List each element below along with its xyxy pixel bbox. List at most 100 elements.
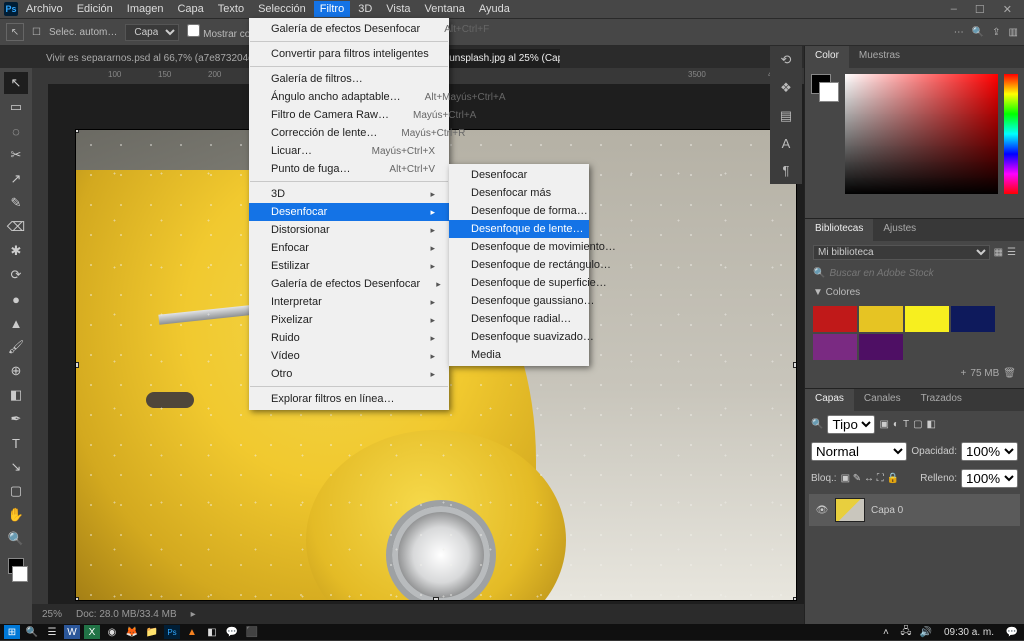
search-placeholder[interactable]: Buscar en Adobe Stock <box>829 268 933 279</box>
zoom-level[interactable]: 25% <box>42 609 62 620</box>
menu-capa[interactable]: Capa <box>171 1 209 17</box>
mi-ruido[interactable]: Ruido <box>249 329 449 347</box>
start-button[interactable]: ⊞ <box>4 625 20 639</box>
background-color[interactable] <box>819 82 839 102</box>
swatch-2[interactable] <box>859 306 903 332</box>
swatch-3[interactable] <box>905 306 949 332</box>
mi-enfocar[interactable]: Enfocar <box>249 239 449 257</box>
fill[interactable]: 100% <box>961 469 1018 488</box>
adjustments-icon[interactable]: ▤ <box>780 108 792 124</box>
lock-icons[interactable]: ▣ ✎ ↔ ⛶ 🔒 <box>841 473 899 484</box>
mi-browse-online[interactable]: Explorar filtros en línea… <box>249 390 449 408</box>
tool-history[interactable]: ⟳ <box>4 264 28 286</box>
transform-handle[interactable] <box>433 597 439 600</box>
lib-add-icon[interactable]: + <box>961 368 967 379</box>
mi-vanishing[interactable]: Punto de fuga…Alt+Ctrl+V <box>249 160 449 178</box>
properties-icon[interactable]: ❖ <box>780 80 792 96</box>
tab-swatches[interactable]: Muestras <box>849 46 910 68</box>
tb-skype-icon[interactable]: 💬 <box>224 625 240 639</box>
tray-up-icon[interactable]: ˄ <box>878 625 894 639</box>
opt-search-icon[interactable]: 🔍 <box>972 27 984 38</box>
swatch-5[interactable] <box>813 334 857 360</box>
layer-thumb[interactable] <box>835 498 865 522</box>
tool-hand[interactable]: ▢ <box>4 480 28 502</box>
window-minimize[interactable]: – <box>943 1 965 17</box>
tb-word-icon[interactable]: W <box>64 625 80 639</box>
color-field[interactable] <box>845 74 998 194</box>
menu-ayuda[interactable]: Ayuda <box>473 1 516 17</box>
tool-path[interactable]: T <box>4 432 28 454</box>
tool-brush[interactable]: ⌫ <box>4 216 28 238</box>
tool-eraser[interactable]: ● <box>4 288 28 310</box>
menu-imagen[interactable]: Imagen <box>121 1 170 17</box>
tool-gradient[interactable]: ▲ <box>4 312 28 334</box>
mi-last-filter[interactable]: Galería de efectos DesenfocarAlt+Ctrl+F <box>249 20 449 38</box>
smi-lente[interactable]: Desenfoque de lente… <box>449 220 589 238</box>
filter-adj-icon[interactable]: ◐ <box>893 419 899 430</box>
transform-handle[interactable] <box>76 130 79 133</box>
layer-kind[interactable]: Tipo <box>827 415 875 434</box>
smi-radial[interactable]: Desenfoque radial… <box>449 310 589 328</box>
mi-estilizar[interactable]: Estilizar <box>249 257 449 275</box>
swatch-4[interactable] <box>951 306 995 332</box>
tb-chrome-icon[interactable]: ◉ <box>104 625 120 639</box>
tool-blur[interactable]: 🖌 <box>4 336 28 358</box>
smi-superficie[interactable]: Desenfoque de superficie… <box>449 274 589 292</box>
hue-slider[interactable] <box>1004 74 1018 194</box>
tool-dodge[interactable]: ⊕ <box>4 360 28 382</box>
library-select[interactable]: Mi biblioteca <box>813 245 990 260</box>
bg-swatch[interactable] <box>12 566 28 582</box>
layer-visibility-icon[interactable]: 👁 <box>815 505 829 516</box>
tool-zoom[interactable]: ✋ <box>4 504 28 526</box>
tab-capas[interactable]: Capas <box>805 389 854 411</box>
smi-forma[interactable]: Desenfoque de forma… <box>449 202 589 220</box>
mi-smart[interactable]: Convertir para filtros inteligentes <box>249 45 449 63</box>
mi-otro[interactable]: Otro <box>249 365 449 383</box>
tab-ajustes[interactable]: Ajustes <box>873 219 926 241</box>
tab-color[interactable]: Color <box>805 46 849 68</box>
tb-vlc-icon[interactable]: ▲ <box>184 625 200 639</box>
history-icon[interactable]: ⟲ <box>781 52 792 68</box>
tb-explorer-icon[interactable]: 📁 <box>144 625 160 639</box>
filter-img-icon[interactable]: ▣ <box>879 419 888 430</box>
tb-excel-icon[interactable]: X <box>84 625 100 639</box>
tool-crop[interactable]: ✂ <box>4 144 28 166</box>
smi-movimiento[interactable]: Desenfoque de movimiento… <box>449 238 589 256</box>
tray-notifications-icon[interactable]: 💬 <box>1004 625 1020 639</box>
menu-seleccion[interactable]: Selección <box>252 1 312 17</box>
mi-3d[interactable]: 3D <box>249 185 449 203</box>
tool-marquee[interactable]: ▭ <box>4 96 28 118</box>
window-maximize[interactable]: ☐ <box>967 1 993 18</box>
transform-handle[interactable] <box>76 597 79 600</box>
smi-suavizado[interactable]: Desenfoque suavizado… <box>449 328 589 346</box>
tool-lasso[interactable]: ◌ <box>4 120 28 142</box>
tb-app-icon[interactable]: ◧ <box>204 625 220 639</box>
opt-share-icon[interactable]: ⇪ <box>992 27 1000 38</box>
paragraph-icon[interactable]: ¶ <box>783 163 790 178</box>
swatch-1[interactable] <box>813 306 857 332</box>
smi-gaussiano[interactable]: Desenfoque gaussiano… <box>449 292 589 310</box>
tool-pen[interactable]: ◧ <box>4 384 28 406</box>
mi-distorsionar[interactable]: Distorsionar <box>249 221 449 239</box>
colors-section-header[interactable]: ▼ Colores <box>805 283 1024 302</box>
smi-desenfocar-mas[interactable]: Desenfocar más <box>449 184 589 202</box>
mi-video[interactable]: Vídeo <box>249 347 449 365</box>
tool-eyedropper[interactable]: ↗ <box>4 168 28 190</box>
menu-edicion[interactable]: Edición <box>71 1 119 17</box>
tray-network-icon[interactable]: 🖧 <box>898 625 914 639</box>
tb-search-icon[interactable]: 🔍 <box>24 625 40 639</box>
opt-icon[interactable]: ⋯ <box>954 27 964 38</box>
tool-more[interactable]: 🔍 <box>4 528 28 550</box>
lib-grid-icon[interactable]: ▦ <box>994 247 1003 258</box>
taskbar-clock[interactable]: 09:30 a. m. <box>938 627 1000 638</box>
move-tool-icon[interactable]: ↖ <box>6 23 24 41</box>
menu-texto[interactable]: Texto <box>212 1 250 17</box>
tab-canales[interactable]: Canales <box>854 389 911 411</box>
tool-heal[interactable]: ✎ <box>4 192 28 214</box>
opacity[interactable]: 100% <box>961 442 1018 461</box>
layer-name[interactable]: Capa 0 <box>871 505 903 516</box>
mi-wide-angle[interactable]: Ángulo ancho adaptable…Alt+Mayús+Ctrl+A <box>249 88 449 106</box>
tab-trazados[interactable]: Trazados <box>911 389 972 411</box>
mi-lens-corr[interactable]: Corrección de lente…Mayús+Ctrl+R <box>249 124 449 142</box>
blend-mode[interactable]: Normal <box>811 442 907 461</box>
